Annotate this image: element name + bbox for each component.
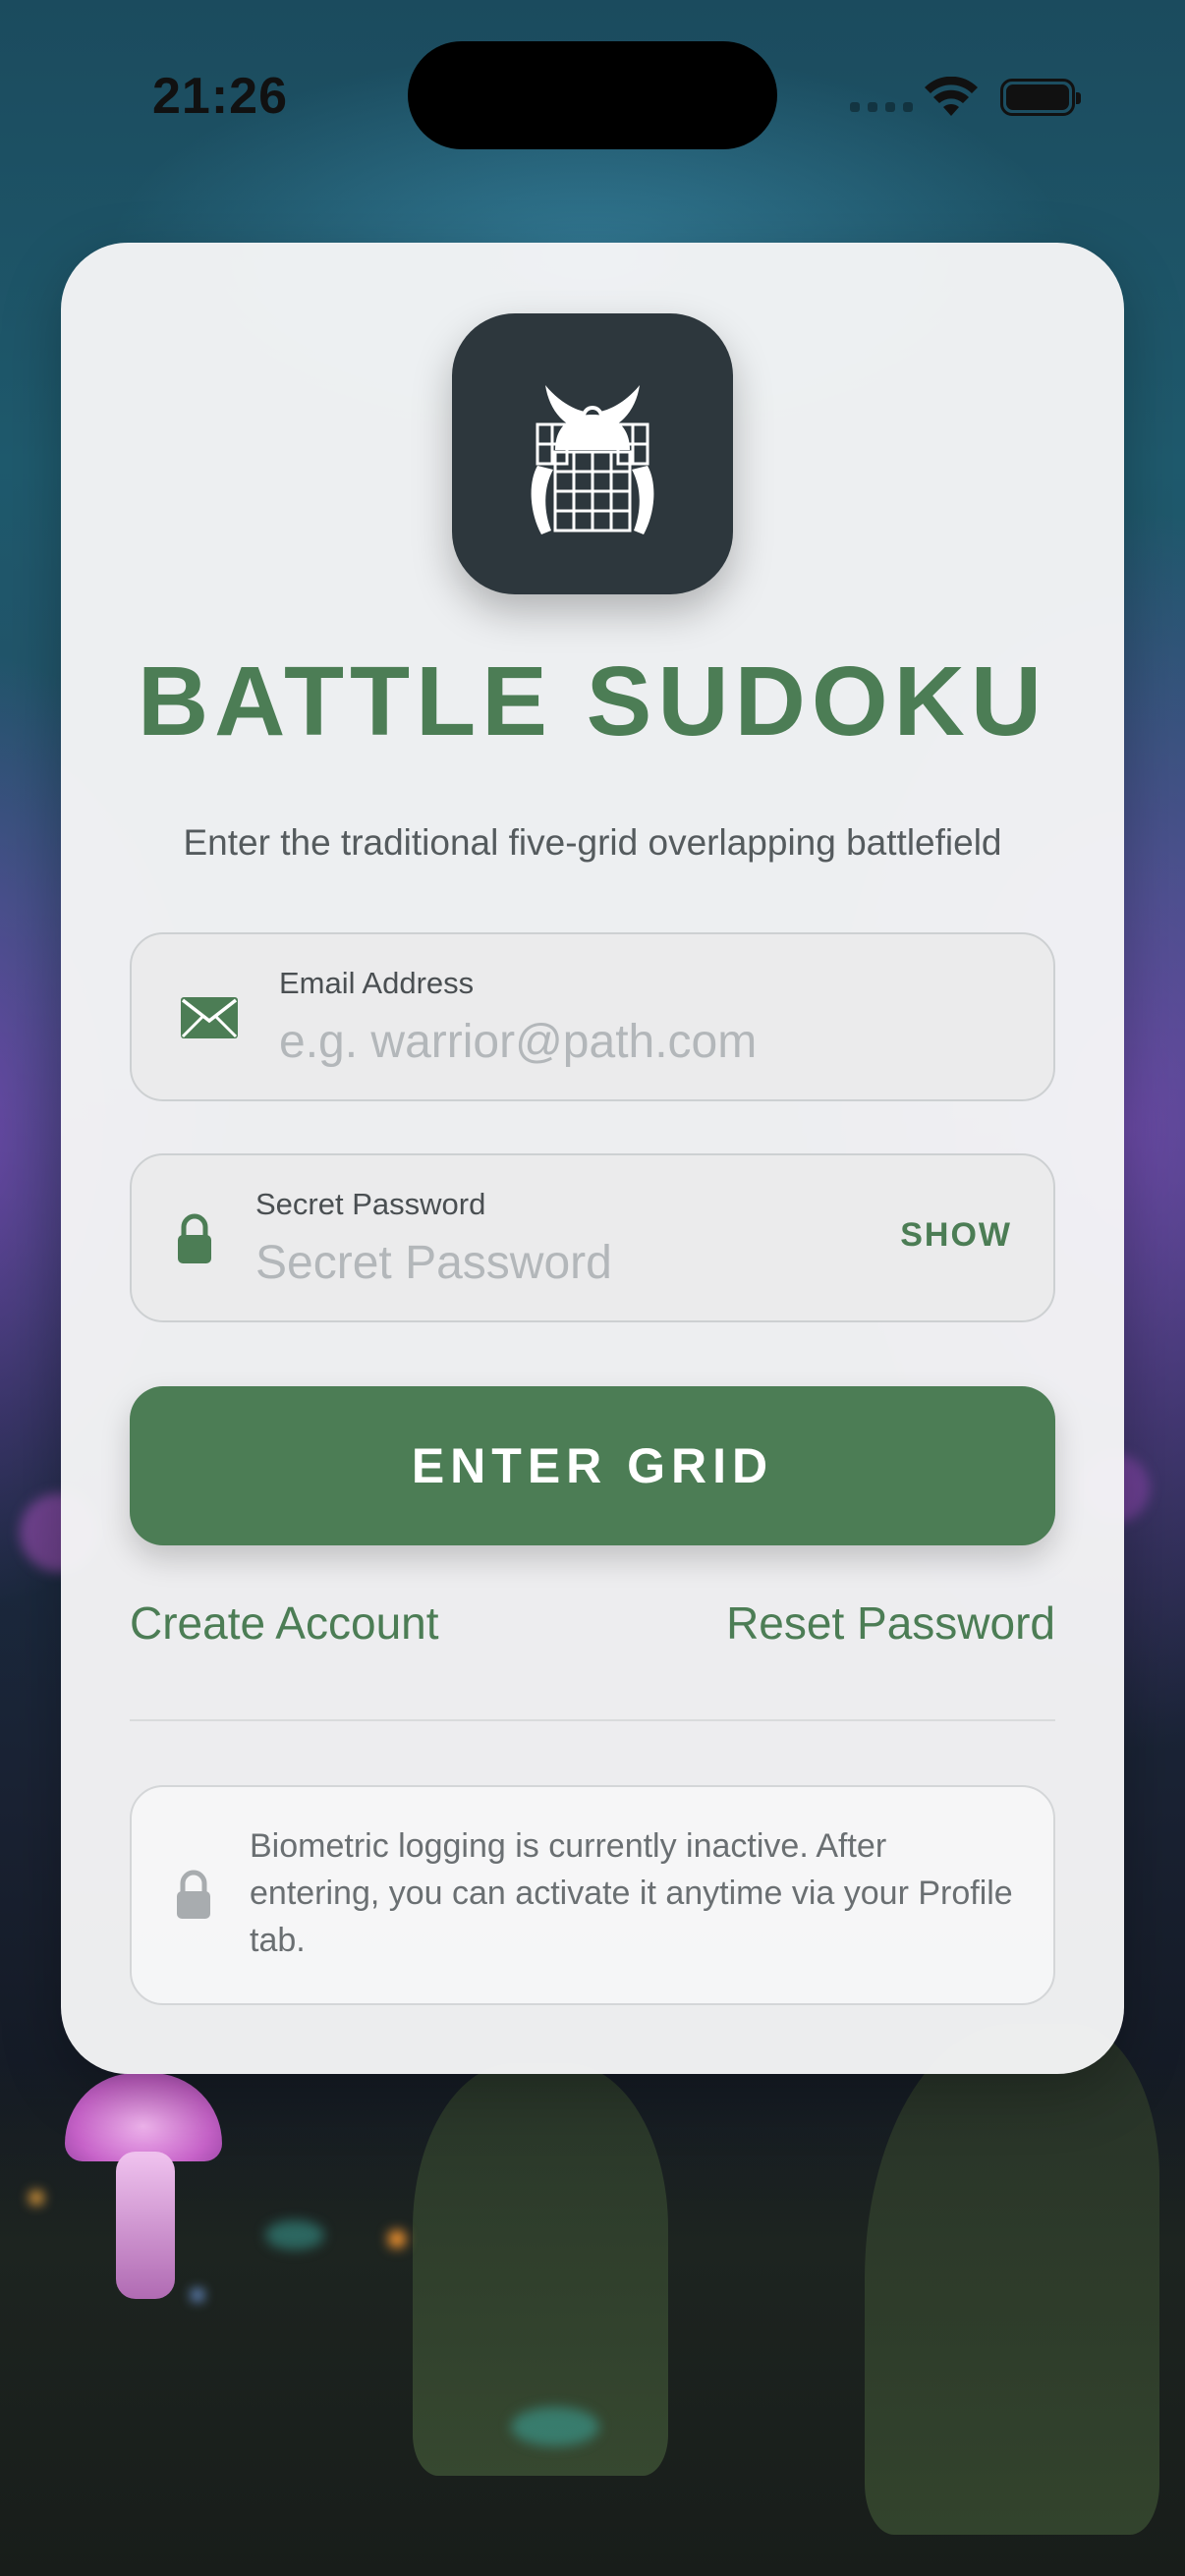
app-logo xyxy=(452,313,733,594)
password-input[interactable]: Secret Password xyxy=(255,1236,612,1290)
lock-icon xyxy=(175,1212,214,1270)
email-input[interactable]: e.g. warrior@path.com xyxy=(279,1015,757,1069)
app-subtitle: Enter the traditional five-grid overlapp… xyxy=(183,822,1002,863)
glow-light xyxy=(29,2191,43,2205)
mail-icon xyxy=(179,995,240,1045)
biometric-notice-text: Biometric logging is currently inactive.… xyxy=(250,1827,1013,1959)
app-title: BATTLE SUDOKU xyxy=(137,646,1048,756)
password-field[interactable]: Secret Password Secret Password SHOW xyxy=(130,1153,1055,1322)
cellular-signal-icon xyxy=(850,102,913,112)
tree-root xyxy=(865,2024,1159,2535)
samurai-grid-logo xyxy=(531,385,654,534)
divider xyxy=(130,1719,1055,1721)
battery-icon xyxy=(1000,79,1081,116)
lock-icon xyxy=(175,1870,212,1926)
email-field[interactable]: Email Address e.g. warrior@path.com xyxy=(130,932,1055,1101)
login-card: BATTLE SUDOKU Enter the traditional five… xyxy=(61,243,1124,2074)
reset-password-link[interactable]: Reset Password xyxy=(726,1596,1055,1650)
wifi-icon xyxy=(924,76,979,123)
status-time: 21:26 xyxy=(152,68,288,125)
enter-grid-button[interactable]: ENTER GRID xyxy=(130,1386,1055,1545)
glow-light xyxy=(265,2220,324,2250)
glow-light xyxy=(192,2289,203,2301)
show-password-button[interactable]: SHOW xyxy=(900,1216,1012,1255)
glow-light xyxy=(388,2230,406,2248)
glowing-mushroom-stem xyxy=(116,2152,175,2299)
create-account-link[interactable]: Create Account xyxy=(130,1596,439,1650)
biometric-notice: Biometric logging is currently inactive.… xyxy=(130,1785,1055,2005)
email-field-label: Email Address xyxy=(279,966,475,1000)
dynamic-island xyxy=(408,41,777,149)
password-field-label: Secret Password xyxy=(255,1187,486,1221)
glow-light xyxy=(511,2407,599,2446)
